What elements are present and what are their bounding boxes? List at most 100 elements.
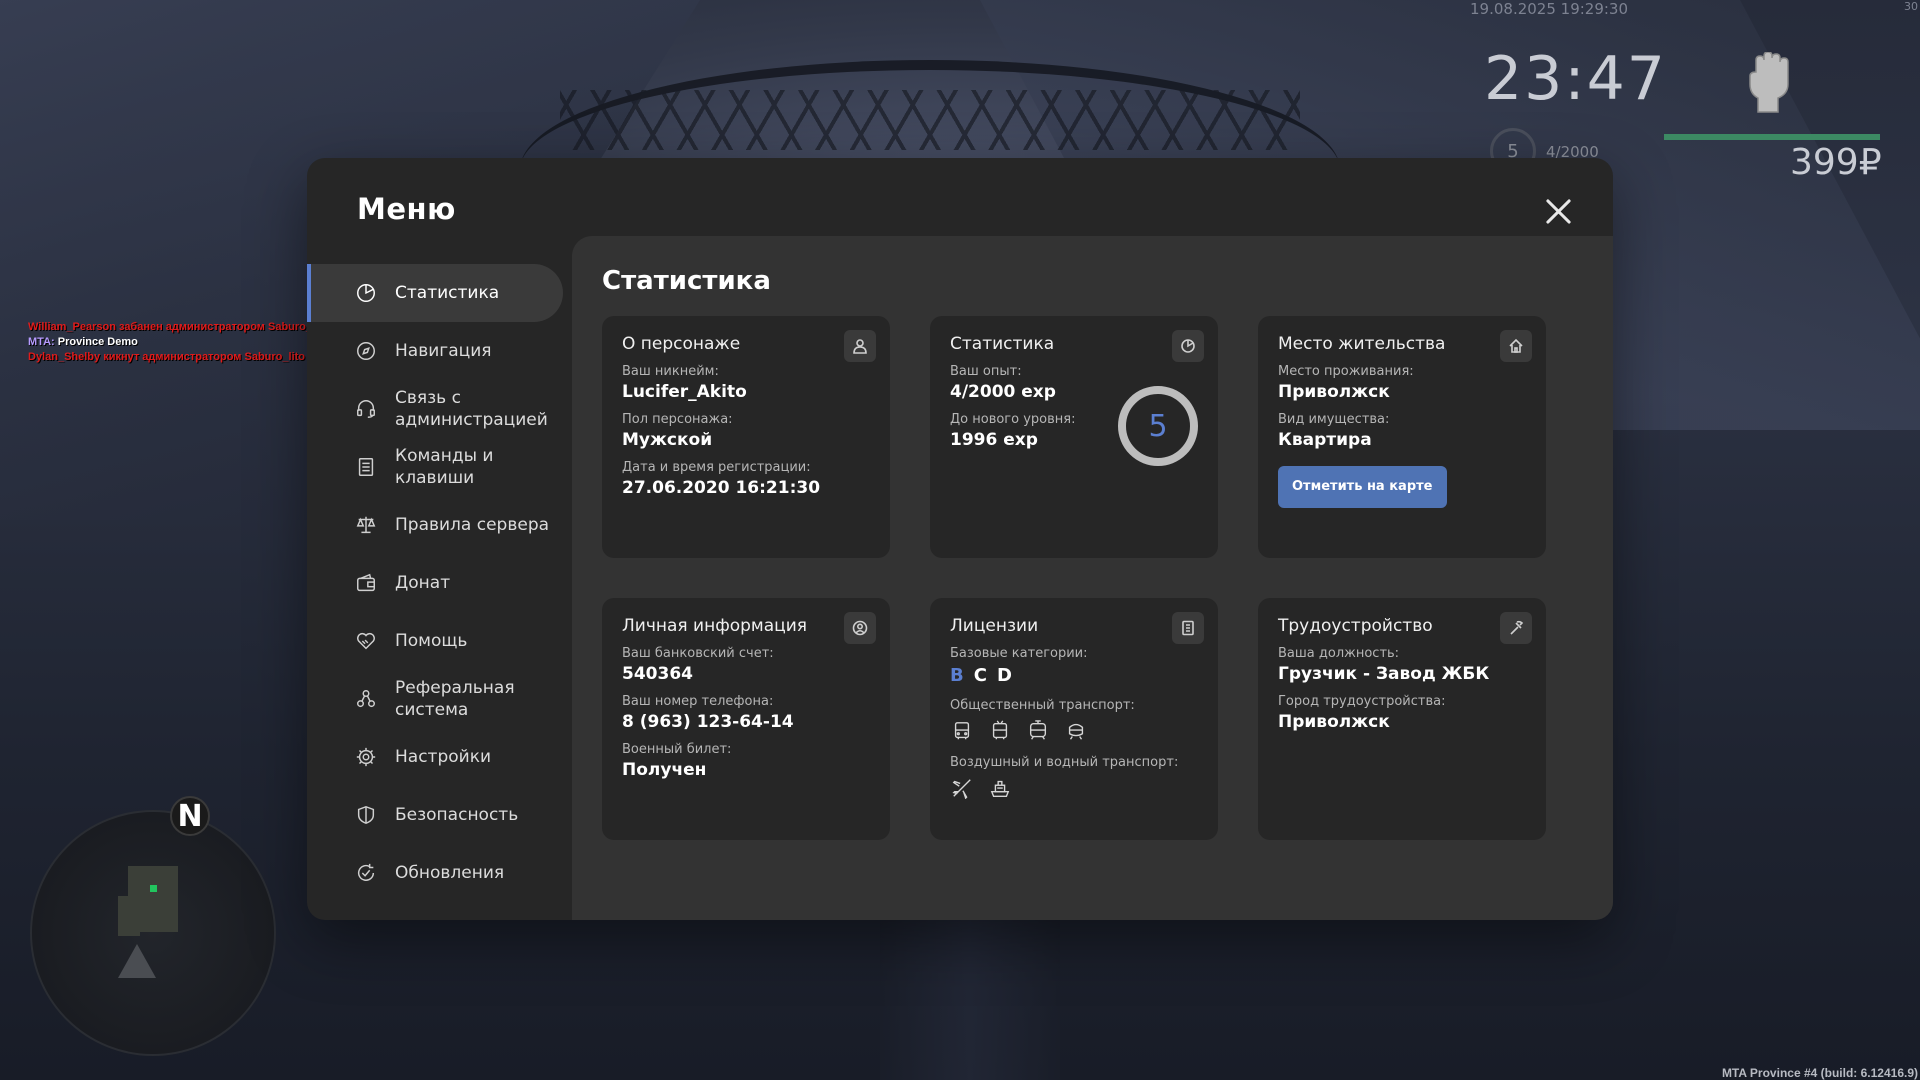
card-employment: Трудоустройство Ваша должность: Грузчик … (1258, 598, 1546, 840)
nickname-label: Ваш никнейм: (622, 364, 719, 379)
nickname-value: Lucifer_Akito (622, 382, 747, 402)
trolleybus-icon (988, 719, 1012, 743)
sidebar-item-donate[interactable]: Донат (307, 554, 563, 612)
phone-label: Ваш номер телефона: (622, 694, 774, 709)
residence-place-value: Приволжск (1278, 382, 1390, 402)
military-id-value: Получен (622, 760, 707, 780)
refresh-check-icon (355, 862, 377, 884)
hud-health-fill (1664, 134, 1880, 140)
pie-chart-icon (1172, 330, 1204, 362)
compass-icon (355, 340, 377, 362)
house-icon (1500, 330, 1532, 362)
base-categories-label: Базовые категории: (950, 646, 1088, 661)
user-icon (844, 330, 876, 362)
hammer-icon (1500, 612, 1532, 644)
menu-content: Статистика О персонаже Ваш никнейм: Luci… (572, 236, 1613, 920)
card-title: Место жительства (1278, 334, 1446, 354)
sidebar-item-navigation[interactable]: Навигация (307, 322, 563, 380)
sidebar-item-label: Донат (395, 573, 451, 593)
wallet-icon (355, 572, 377, 594)
bank-account-value: 540364 (622, 664, 693, 684)
registration-value: 27.06.2020 16:21:30 (622, 478, 821, 498)
chat-text: Province Demo (54, 336, 138, 348)
card-residence: Место жительства Место проживания: Приво… (1258, 316, 1546, 558)
gender-label: Пол персонажа: (622, 412, 733, 427)
work-city-value: Приволжск (1278, 712, 1390, 732)
minimap-marker (150, 885, 157, 892)
referral-icon (355, 688, 377, 710)
license-categories: B C D (950, 665, 1198, 686)
card-licenses: Лицензии Базовые категории: B C D Общест… (930, 598, 1218, 840)
sidebar-item-label: Связь с администрацией (395, 388, 548, 430)
military-id-label: Военный билет: (622, 742, 732, 757)
sidebar-item-contact-admin[interactable]: Связь с администрацией (307, 380, 563, 438)
sidebar-item-label: Правила сервера (395, 515, 550, 535)
public-transport-label: Общественный транспорт: (950, 698, 1135, 713)
bank-account-label: Ваш банковский счет: (622, 646, 774, 661)
scales-icon (355, 514, 377, 536)
tram-icon (1026, 719, 1050, 743)
license-category: B (950, 665, 964, 686)
air-water-transport-icons (950, 776, 1198, 800)
sidebar-item-label: Навигация (395, 341, 492, 361)
sidebar-item-referral[interactable]: Реферальная система (307, 670, 563, 728)
public-transport-icons (950, 719, 1198, 743)
shield-icon (355, 804, 377, 826)
card-personal-info: Личная информация Ваш банковский счет: 5… (602, 598, 890, 840)
minimap-building (118, 896, 140, 936)
card-statistics: Статистика Ваш опыт: 4/2000 exp До новог… (930, 316, 1218, 558)
sidebar-item-label: Команды и клавиши (395, 446, 494, 488)
sidebar-item-security[interactable]: Безопасность (307, 786, 563, 844)
card-character: О персонаже Ваш никнейм: Lucifer_Akito П… (602, 316, 890, 558)
sidebar-item-updates[interactable]: Обновления (307, 844, 563, 902)
gender-value: Мужской (622, 430, 713, 450)
sidebar-item-commands[interactable]: Команды и клавиши (307, 438, 563, 496)
phone-value: 8 (963) 123-64-14 (622, 712, 794, 732)
bus-icon (950, 719, 974, 743)
build-info: MTA Province #4 (build: 6.12416.9) (1721, 1066, 1918, 1080)
sidebar-item-label: Безопасность (395, 805, 519, 825)
page-title: Статистика (602, 266, 771, 296)
chat-prefix: MTA: (28, 336, 55, 348)
menu-window: Меню Статистика Навигация Связь с админи… (307, 158, 1613, 920)
property-type-label: Вид имущества: (1278, 412, 1390, 427)
card-title: Статистика (950, 334, 1055, 354)
license-category: D (996, 665, 1012, 686)
position-label: Ваша должность: (1278, 646, 1400, 661)
hud-corner-counter: 30 (1904, 0, 1918, 13)
minimap-player-arrow-icon (118, 944, 156, 978)
sidebar-item-label: Статистика (395, 283, 500, 303)
gear-icon (355, 746, 377, 768)
hud-money: 399₽ (1790, 142, 1882, 183)
air-water-transport-label: Воздушный и водный транспорт: (950, 755, 1179, 770)
sidebar-item-statistics[interactable]: Статистика (307, 264, 563, 322)
document-icon (1172, 612, 1204, 644)
sidebar-item-server-rules[interactable]: Правила сервера (307, 496, 563, 554)
card-title: О персонаже (622, 334, 741, 354)
hud-datetime: 19.08.2025 19:29:30 (1470, 0, 1629, 18)
sidebar-item-label: Помощь (395, 631, 468, 651)
headset-icon (355, 398, 377, 420)
card-title: Трудоустройство (1278, 616, 1433, 636)
card-title: Личная информация (622, 616, 808, 636)
minimap (30, 810, 276, 1056)
close-icon[interactable] (1541, 194, 1575, 228)
compass-north-icon: N (170, 796, 210, 836)
handshake-icon (355, 630, 377, 652)
menu-title: Меню (357, 192, 456, 226)
mark-on-map-button[interactable]: Отметить на карте (1278, 466, 1447, 508)
plane-icon (950, 776, 974, 800)
sidebar-item-label: Реферальная система (395, 678, 515, 720)
sidebar-item-label: Настройки (395, 747, 492, 767)
user-circle-icon (844, 612, 876, 644)
menu-sidebar: Статистика Навигация Связь с администрац… (307, 264, 563, 902)
sidebar-item-help[interactable]: Помощь (307, 612, 563, 670)
position-value: Грузчик - Завод ЖБК (1278, 664, 1490, 684)
property-type-value: Квартира (1278, 430, 1372, 450)
ship-icon (988, 776, 1012, 800)
registration-label: Дата и время регистрации: (622, 460, 811, 475)
sidebar-item-label: Обновления (395, 863, 505, 883)
license-category: C (973, 665, 987, 686)
sidebar-item-settings[interactable]: Настройки (307, 728, 563, 786)
fist-icon (1749, 52, 1789, 113)
